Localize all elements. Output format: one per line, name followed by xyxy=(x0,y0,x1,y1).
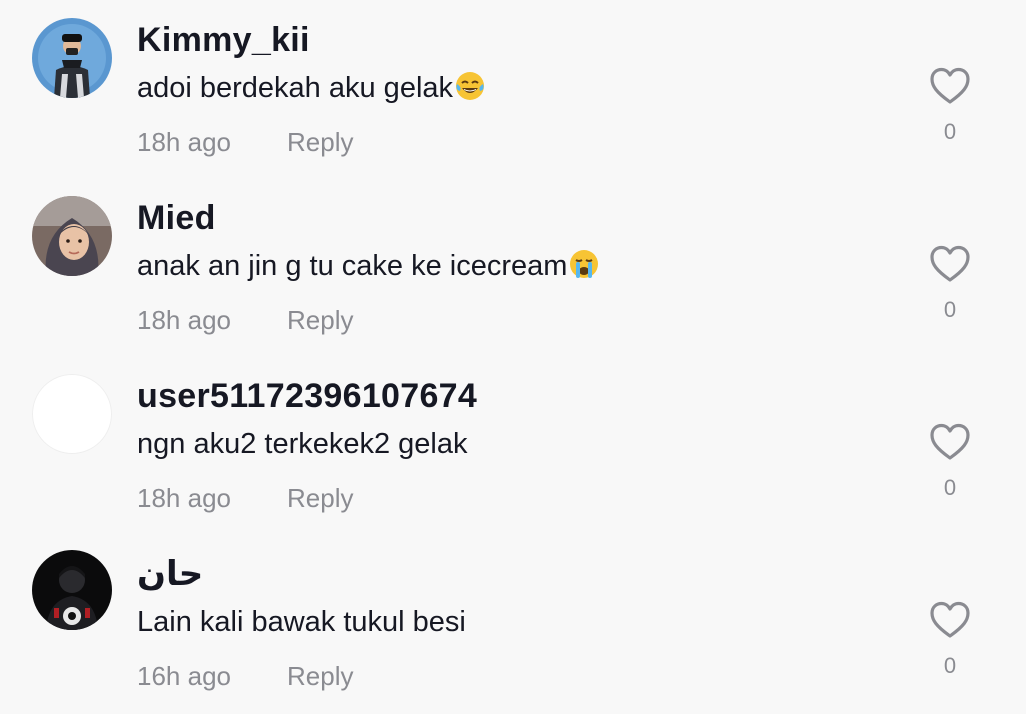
comment-text: adoi berdekah aku gelak xyxy=(137,70,486,106)
avatar-man-cap-icon xyxy=(32,18,112,98)
comment-timestamp: 16h ago xyxy=(137,661,231,691)
comment-item: user51172396107674 ngn aku2 terkekek2 ge… xyxy=(0,356,1026,534)
avatar[interactable] xyxy=(32,18,112,98)
comment-text: Lain kali bawak tukul besi xyxy=(137,606,466,638)
comment-item: Mied anak an jin g tu cake ke icecream 1… xyxy=(0,178,1026,356)
like-button[interactable] xyxy=(926,600,974,640)
reply-button[interactable]: Reply xyxy=(287,304,353,336)
comment-username[interactable]: Mied xyxy=(137,198,216,238)
avatar-woman-hijab-icon xyxy=(32,196,112,276)
comment-text-body: anak an jin g tu cake ke icecream xyxy=(137,250,568,282)
avatar-blank-icon xyxy=(32,374,112,454)
comment-item: حان Lain kali bawak tukul besi 16h ago R… xyxy=(0,534,1026,712)
reply-button[interactable]: Reply xyxy=(287,482,353,514)
heart-outline-icon xyxy=(930,245,970,282)
like-button[interactable] xyxy=(926,422,974,462)
like-count: 0 xyxy=(943,653,957,678)
comment-username[interactable]: Kimmy_kii xyxy=(137,20,310,60)
comment-timestamp: 18h ago xyxy=(137,127,231,157)
comment-text: ngn aku2 terkekek2 gelak xyxy=(137,428,468,460)
comment-text: anak an jin g tu cake ke icecream xyxy=(137,248,600,284)
comment-text-body: adoi berdekah aku gelak xyxy=(137,72,454,104)
comment-username[interactable]: user51172396107674 xyxy=(137,376,477,416)
tears-of-joy-emoji-icon xyxy=(454,70,486,102)
like-button[interactable] xyxy=(926,244,974,284)
avatar[interactable] xyxy=(32,196,112,276)
comment-item: Kimmy_kii adoi berdekah aku gelak 18h ag… xyxy=(0,0,1026,178)
avatar[interactable] xyxy=(32,374,112,454)
avatar-dark-figure-icon xyxy=(32,550,112,630)
comment-username[interactable]: حان xyxy=(137,554,203,594)
heart-outline-icon xyxy=(930,67,970,104)
crying-face-emoji-icon xyxy=(568,248,600,280)
comment-timestamp: 18h ago xyxy=(137,305,231,335)
heart-outline-icon xyxy=(930,601,970,638)
like-button[interactable] xyxy=(926,66,974,106)
comment-timestamp: 18h ago xyxy=(137,483,231,513)
reply-button[interactable]: Reply xyxy=(287,660,353,692)
like-count: 0 xyxy=(943,475,957,500)
like-count: 0 xyxy=(943,297,957,322)
like-count: 0 xyxy=(943,119,957,144)
reply-button[interactable]: Reply xyxy=(287,126,353,158)
avatar[interactable] xyxy=(32,550,112,630)
heart-outline-icon xyxy=(930,423,970,460)
